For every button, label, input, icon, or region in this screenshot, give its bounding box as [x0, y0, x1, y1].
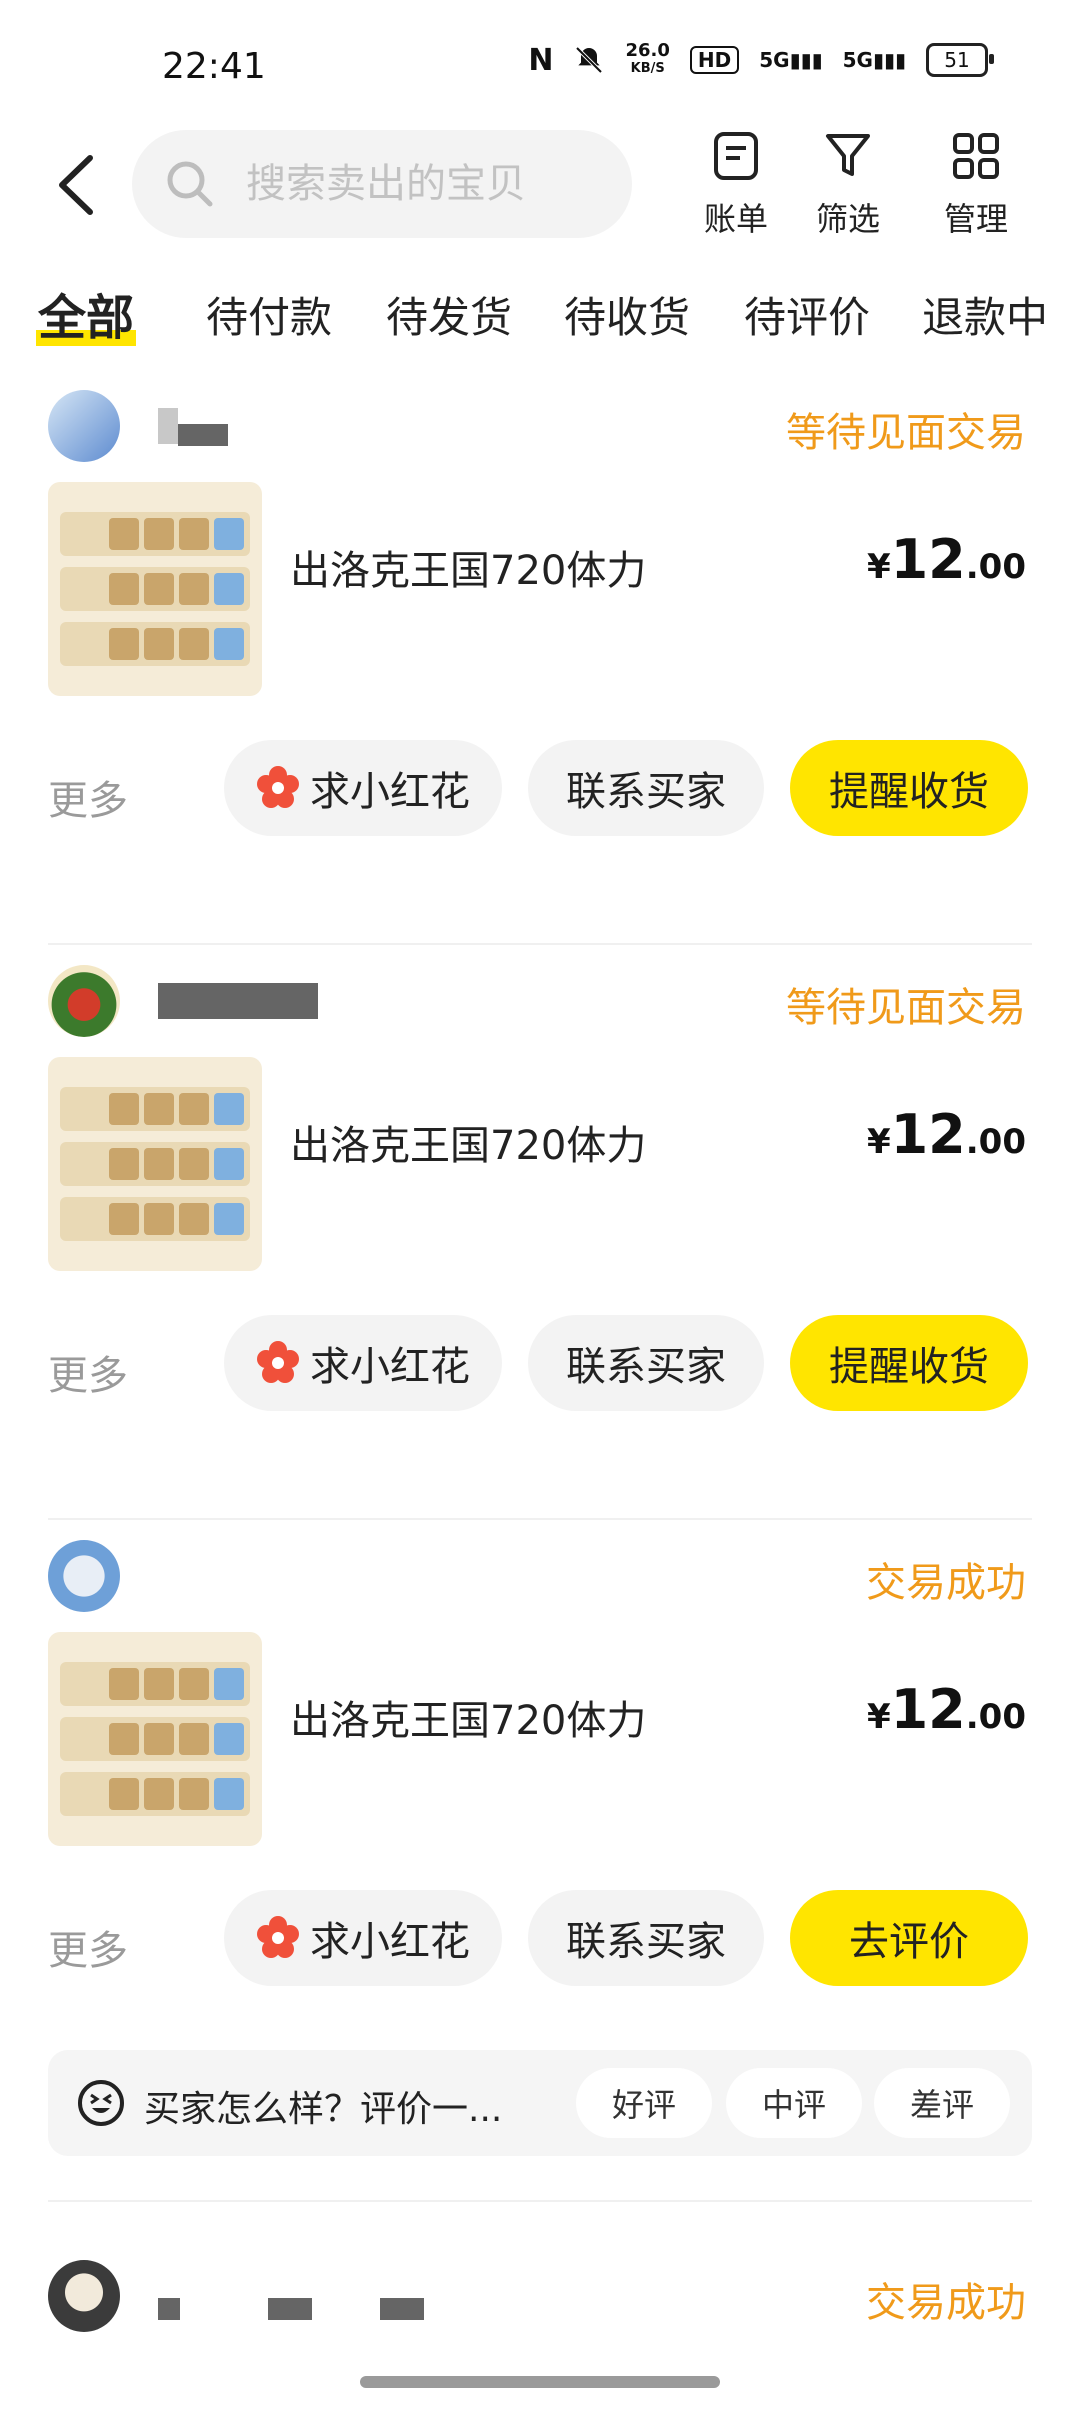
- order-card: 交易成功 出洛克王国720体力 ¥12.00 更多 求小红花 联系买家 去评价: [0, 1520, 1080, 2095]
- more-button[interactable]: 更多: [48, 1918, 128, 1976]
- write-review-button[interactable]: 去评价: [790, 1890, 1028, 1986]
- order-status: 等待见面交易: [786, 985, 1026, 1031]
- red-flower-icon: [257, 1916, 299, 1958]
- contact-buyer-button[interactable]: 联系买家: [528, 740, 764, 836]
- manage-button[interactable]: 管理: [926, 128, 1026, 240]
- buyer-avatar[interactable]: [48, 2260, 120, 2332]
- tab-pending-payment[interactable]: 待付款: [206, 284, 332, 345]
- grid-icon: [953, 133, 999, 179]
- neutral-review-button[interactable]: 中评: [726, 2068, 862, 2138]
- thumb-row: [60, 1662, 250, 1706]
- review-question: 买家怎么样？评价一...: [144, 2089, 503, 2130]
- signal-5g-icon-2: 5G▮▮▮: [842, 48, 906, 72]
- tab-all[interactable]: 全部: [36, 278, 137, 348]
- search-icon: [167, 161, 213, 207]
- buyer-avatar[interactable]: [48, 965, 120, 1037]
- back-arrow-icon[interactable]: [48, 150, 108, 220]
- search-bar[interactable]: [132, 130, 632, 238]
- filter-icon: [826, 134, 870, 176]
- ask-flower-button[interactable]: 求小红花: [224, 1315, 502, 1411]
- order-card: 等待见面交易 出洛克王国720体力 ¥12.00 更多 求小红花 联系买家 提醒…: [0, 370, 1080, 945]
- product-price: ¥12.00: [866, 1103, 1026, 1166]
- product-price: ¥12.00: [866, 528, 1026, 591]
- contact-buyer-button[interactable]: 联系买家: [528, 1315, 764, 1411]
- manage-label: 管理: [943, 200, 1008, 238]
- status-icons: N 26.0 KB/S HD 5G▮▮▮ 5G▮▮▮ 51: [528, 40, 994, 78]
- remind-receipt-button[interactable]: 提醒收货: [790, 1315, 1028, 1411]
- review-prompt: 买家怎么样？评价一... 好评 中评 差评: [48, 2050, 1032, 2156]
- filter-button[interactable]: 筛选: [798, 128, 898, 240]
- buyer-avatar[interactable]: [48, 390, 120, 462]
- thumb-row: [60, 1772, 250, 1816]
- tab-pending-receipt[interactable]: 待收货: [564, 284, 690, 345]
- thumb-row: [60, 622, 250, 666]
- ask-flower-button[interactable]: 求小红花: [224, 1890, 502, 1986]
- order-tabs: 全部 待付款 待发货 待收货 待评价 退款中: [0, 270, 1080, 360]
- battery-icon: 51: [926, 43, 994, 77]
- good-review-button[interactable]: 好评: [576, 2068, 712, 2138]
- home-indicator[interactable]: [360, 2376, 720, 2388]
- filter-label: 筛选: [815, 200, 880, 238]
- red-flower-icon: [257, 766, 299, 808]
- mute-bell-icon: [576, 46, 603, 74]
- tab-refunding[interactable]: 退款中: [922, 284, 1048, 345]
- thumb-row: [60, 567, 250, 611]
- status-time: 22:41: [162, 46, 266, 87]
- card-divider: [48, 2200, 1032, 2202]
- tab-pending-review[interactable]: 待评价: [744, 284, 870, 345]
- ask-flower-button[interactable]: 求小红花: [224, 740, 502, 836]
- bill-icon: [714, 132, 758, 180]
- product-title[interactable]: 出洛克王国720体力: [290, 1688, 646, 1746]
- product-thumbnail[interactable]: [48, 1632, 262, 1846]
- product-title[interactable]: 出洛克王国720体力: [290, 1113, 646, 1171]
- hd-badge: HD: [689, 46, 740, 74]
- order-status: 交易成功: [866, 1560, 1026, 1606]
- product-title[interactable]: 出洛克王国720体力: [290, 538, 646, 596]
- product-thumbnail[interactable]: [48, 1057, 262, 1271]
- bill-button[interactable]: 账单: [686, 128, 786, 240]
- nfc-icon: N: [528, 42, 554, 78]
- order-status: 等待见面交易: [786, 410, 1026, 456]
- top-header: 账单 筛选 管理: [0, 120, 1080, 250]
- search-input[interactable]: [244, 160, 608, 208]
- more-button[interactable]: 更多: [48, 768, 128, 826]
- contact-buyer-button[interactable]: 联系买家: [528, 1890, 764, 1986]
- more-button[interactable]: 更多: [48, 1343, 128, 1401]
- buyer-avatar[interactable]: [48, 1540, 120, 1612]
- order-card: 等待见面交易 出洛克王国720体力 ¥12.00 更多 求小红花 联系买家 提醒…: [0, 945, 1080, 1520]
- signal-5g-icon: 5G▮▮▮: [759, 48, 823, 72]
- thumb-row: [60, 1197, 250, 1241]
- smiley-face-icon: [78, 2080, 124, 2126]
- product-price: ¥12.00: [866, 1678, 1026, 1741]
- product-thumbnail[interactable]: [48, 482, 262, 696]
- order-status: 交易成功: [866, 2280, 1026, 2326]
- red-flower-icon: [257, 1341, 299, 1383]
- remind-receipt-button[interactable]: 提醒收货: [790, 740, 1028, 836]
- thumb-row: [60, 1087, 250, 1131]
- thumb-row: [60, 1142, 250, 1186]
- status-bar: 22:41 N 26.0 KB/S HD 5G▮▮▮ 5G▮▮▮ 51: [0, 0, 1080, 120]
- net-speed: 26.0 KB/S: [625, 40, 670, 77]
- order-card: 交易成功: [0, 2240, 1080, 2380]
- bad-review-button[interactable]: 差评: [874, 2068, 1010, 2138]
- tab-pending-shipment[interactable]: 待发货: [386, 284, 512, 345]
- thumb-row: [60, 1717, 250, 1761]
- thumb-row: [60, 512, 250, 556]
- bill-label: 账单: [703, 200, 768, 238]
